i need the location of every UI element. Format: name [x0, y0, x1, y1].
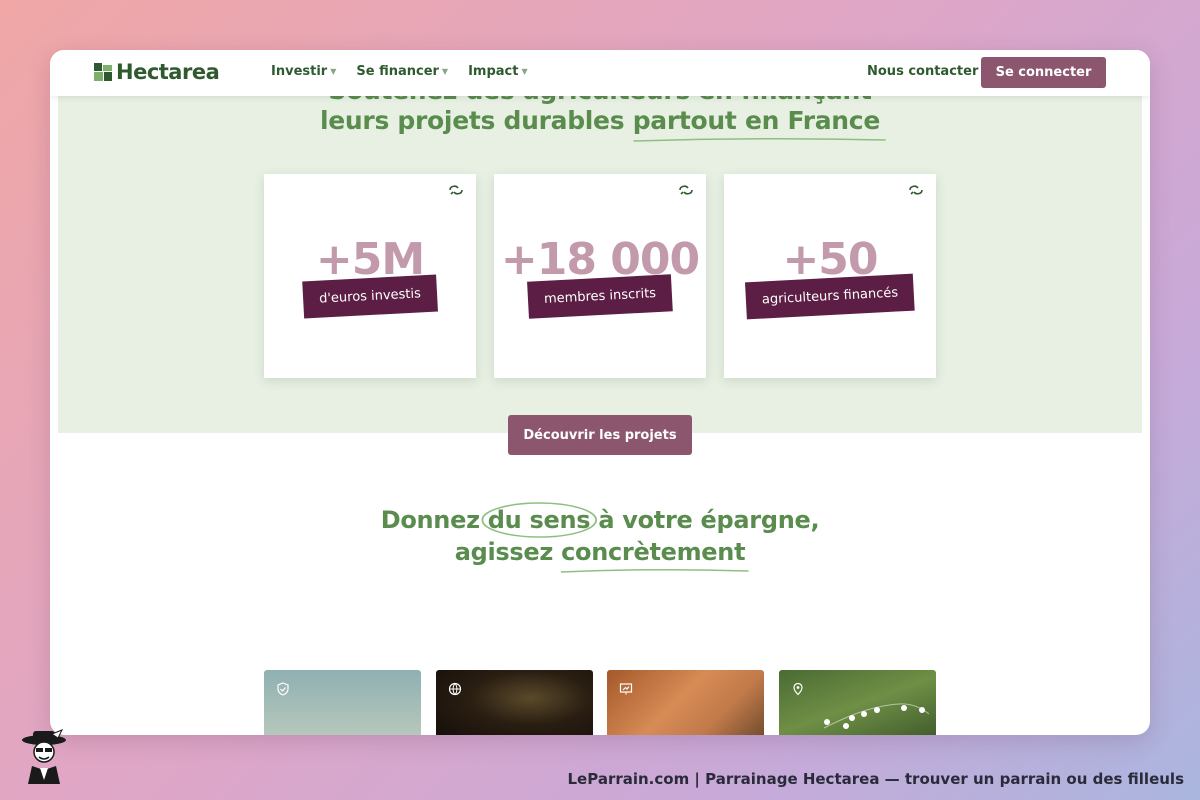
highlight-text: concrètement [561, 538, 746, 566]
hectarea-logo-icon [94, 63, 112, 81]
section-title-highlight: concrètement [560, 538, 749, 573]
discover-projects-button[interactable]: Découvrir les projets [508, 415, 692, 455]
map-pins-overlay [823, 703, 929, 729]
section-title-prefix: Donnez [380, 506, 488, 534]
feature-thumbnail-farmland[interactable] [607, 670, 764, 735]
hero-title-prefix: leurs projets durables [320, 106, 633, 135]
login-button[interactable]: Se connecter [981, 57, 1106, 88]
section-title-prefix: agissez [454, 538, 562, 566]
menu-item-label: Se financer [356, 64, 439, 79]
brand-logo[interactable]: Hectarea [94, 60, 220, 84]
brand-name: Hectarea [116, 60, 220, 84]
menu-item-impact[interactable]: Impact ▼ [468, 64, 528, 79]
stat-label: d'euros investis [302, 274, 438, 319]
browser-window: Soutenez des agriculteurs en finançant l… [50, 50, 1150, 735]
chevron-down-icon: ▼ [330, 67, 337, 76]
menu-item-label: Impact [468, 64, 519, 79]
sprout-icon [449, 185, 463, 195]
hero-title-highlight: partout en France [632, 106, 886, 142]
feature-thumbnail-world[interactable] [436, 670, 593, 735]
stat-card-members: +18 000 membres inscrits [494, 174, 706, 378]
menu-item-label: Investir [271, 64, 328, 79]
hero-title-line-2: leurs projets durables partout en France [50, 106, 1150, 142]
menu-item-se-financer[interactable]: Se financer ▼ [356, 64, 448, 79]
underline-stroke [560, 568, 749, 573]
section-title-suffix: à votre épargne, [590, 506, 820, 534]
hand-drawn-circle [481, 502, 597, 538]
stat-label: agriculteurs financés [744, 273, 916, 320]
feature-thumbnail-security[interactable] [264, 670, 421, 735]
footer-caption: LeParrain.com | Parrainage Hectarea — tr… [567, 770, 1185, 788]
globe-icon [448, 682, 462, 696]
feature-thumbnail-map[interactable] [779, 670, 936, 735]
shield-check-icon [277, 682, 289, 696]
main-menu: Investir ▼ Se financer ▼ Impact ▼ [271, 64, 528, 79]
chevron-down-icon: ▼ [441, 67, 449, 76]
contact-link[interactable]: Nous contacter [867, 64, 978, 79]
stat-label: membres inscrits [527, 274, 673, 319]
section-title-circled: du sens [481, 502, 597, 538]
top-navigation: Hectarea Investir ▼ Se financer ▼ Impact ▼ … [50, 50, 1150, 96]
presentation-icon [619, 683, 633, 695]
stat-card-farmers: +50 agriculteurs financés [724, 174, 936, 378]
underline-stroke [633, 137, 886, 142]
leparrain-mascot-icon [22, 729, 66, 784]
sprout-icon [679, 185, 693, 195]
hero-highlight-text: partout en France [632, 106, 881, 135]
stat-card-investments: +5M d'euros investis [264, 174, 476, 378]
section-title-line-2: agissez concrètement [50, 538, 1150, 573]
chevron-down-icon: ▼ [521, 67, 528, 76]
sprout-icon [909, 185, 923, 195]
menu-item-investir[interactable]: Investir ▼ [271, 64, 336, 79]
map-pin-icon [793, 682, 803, 696]
section-title-line-1: Donnez du sens à votre épargne, [50, 502, 1150, 538]
